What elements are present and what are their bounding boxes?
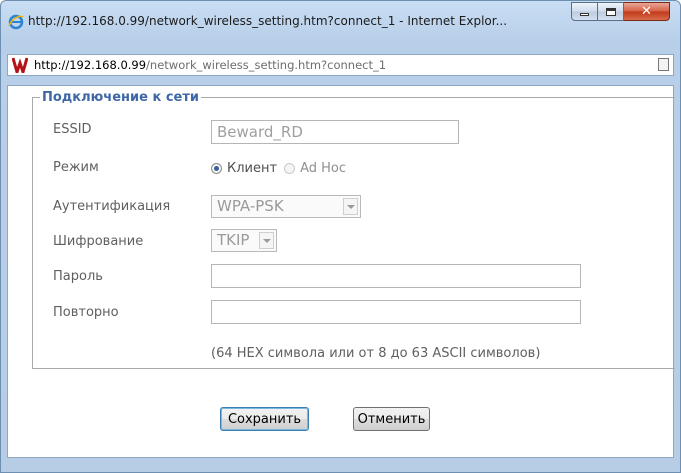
- essid-field[interactable]: Beward_RD: [211, 120, 459, 144]
- auth-label: Аутентификация: [53, 199, 171, 214]
- browser-window: http://192.168.0.99/network_wireless_set…: [0, 0, 681, 473]
- mode-adhoc-label[interactable]: Ad Hoc: [300, 161, 346, 176]
- repeat-password-field[interactable]: [211, 300, 581, 324]
- site-favicon-icon: [12, 57, 28, 73]
- cancel-button[interactable]: Отменить: [353, 407, 430, 431]
- auth-select[interactable]: WPA-PSK: [211, 195, 361, 218]
- chevron-down-icon: [343, 198, 358, 215]
- mode-client-radio[interactable]: [211, 163, 222, 174]
- address-path: /network_wireless_setting.htm?connect_1: [146, 58, 387, 72]
- password-label: Пароль: [53, 269, 103, 284]
- mode-client-label[interactable]: Клиент: [227, 161, 277, 176]
- minimize-icon: [580, 13, 589, 16]
- close-icon: ✕: [641, 4, 652, 19]
- auth-select-value: WPA-PSK: [217, 197, 284, 215]
- encryption-label: Шифрование: [53, 234, 144, 249]
- caption-buttons: ✕: [571, 2, 670, 22]
- group-title: Подключение к сети: [40, 90, 201, 105]
- password-hint: (64 HEX символа или от 8 до 63 ASCII сим…: [211, 346, 541, 361]
- internet-explorer-icon: [8, 14, 24, 30]
- address-host: http://192.168.0.99: [34, 58, 147, 72]
- maximize-icon: [605, 7, 616, 16]
- encryption-select-value: TKIP: [217, 231, 250, 249]
- maximize-button[interactable]: [598, 2, 624, 21]
- repeat-label: Повторно: [53, 305, 119, 320]
- address-bar[interactable]: http://192.168.0.99/network_wireless_set…: [7, 54, 674, 76]
- page-content: Подключение к сети ESSID Beward_RD Режим…: [7, 85, 675, 458]
- mode-label: Режим: [53, 160, 99, 175]
- minimize-button[interactable]: [571, 2, 598, 21]
- encryption-select[interactable]: TKIP: [211, 229, 277, 252]
- password-field[interactable]: [211, 264, 581, 288]
- save-button[interactable]: Сохранить: [220, 407, 309, 431]
- page-icon: [658, 58, 669, 71]
- address-url: http://192.168.0.99/network_wireless_set…: [34, 58, 386, 72]
- close-button[interactable]: ✕: [624, 2, 670, 21]
- window-title: http://192.168.0.99/network_wireless_set…: [28, 14, 508, 28]
- chevron-down-icon: [259, 232, 274, 249]
- mode-adhoc-radio[interactable]: [284, 163, 296, 174]
- title-bar[interactable]: http://192.168.0.99/network_wireless_set…: [1, 1, 680, 43]
- mode-radio-group: Клиент Ad Hoc: [211, 161, 353, 176]
- essid-label: ESSID: [53, 122, 92, 137]
